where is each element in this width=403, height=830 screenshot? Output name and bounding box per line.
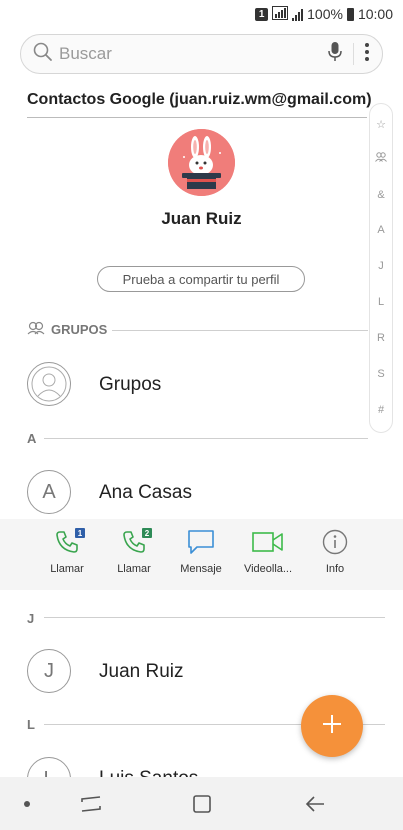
account-divider xyxy=(27,117,367,118)
section-header-l: L xyxy=(27,717,35,732)
message-button[interactable]: Mensaje xyxy=(168,529,234,575)
index-hash[interactable]: # xyxy=(370,404,392,416)
home-icon[interactable] xyxy=(187,791,217,817)
index-favorites[interactable]: ☆ xyxy=(370,118,392,131)
contact-avatar[interactable]: A xyxy=(27,470,71,514)
back-icon[interactable] xyxy=(300,791,330,817)
more-options-icon[interactable] xyxy=(364,42,370,67)
partial-contact-row: L Luis Santos xyxy=(0,755,403,777)
message-icon xyxy=(187,529,215,560)
info-label: Info xyxy=(325,563,345,575)
alphabet-index-scroller[interactable]: ☆ & A J L R S # xyxy=(369,103,393,433)
call-sim2-label: Llamar xyxy=(117,563,151,575)
search-bar[interactable]: Buscar xyxy=(20,34,383,74)
info-icon xyxy=(322,529,348,560)
section-header-j: J xyxy=(27,611,35,626)
battery-icon xyxy=(346,7,354,21)
contact-name[interactable]: Luis Santos xyxy=(99,768,198,777)
add-contact-button[interactable] xyxy=(301,695,363,757)
contact-name[interactable]: Ana Casas xyxy=(99,482,192,504)
contact-action-bar: 1 Llamar 2 Llamar Mensaje Videolla... In… xyxy=(0,519,403,590)
bunny-hat-icon xyxy=(168,129,235,196)
index-ampersand[interactable]: & xyxy=(370,189,392,201)
index-letter-j[interactable]: J xyxy=(370,260,392,272)
search-divider xyxy=(353,43,354,65)
video-call-label: Videolla... xyxy=(243,563,293,575)
sim1-badge: 1 xyxy=(75,528,85,538)
nav-dot-icon[interactable] xyxy=(12,791,42,817)
video-call-icon xyxy=(252,531,284,558)
account-header: Contactos Google (juan.ruiz.wm@gmail.com… xyxy=(27,91,372,108)
section-divider-j xyxy=(44,617,385,618)
groups-section-divider xyxy=(112,330,368,331)
index-letter-a[interactable]: A xyxy=(370,224,392,236)
groups-item-label[interactable]: Grupos xyxy=(99,374,161,396)
call-sim1-label: Llamar xyxy=(50,563,84,575)
section-header-a: A xyxy=(27,431,37,446)
section-divider-a xyxy=(44,438,368,439)
share-profile-button[interactable]: Prueba a compartir tu perfil xyxy=(97,266,305,292)
lte-signal-icon xyxy=(272,5,289,23)
groups-section-label: GRUPOS xyxy=(51,322,108,337)
battery-percent: 100% xyxy=(307,6,343,22)
index-letter-r[interactable]: R xyxy=(370,332,392,344)
contact-avatar[interactable]: L xyxy=(27,757,71,777)
group-silhouette-icon xyxy=(31,366,67,402)
search-icon xyxy=(33,42,53,67)
plus-icon xyxy=(321,713,343,740)
recent-apps-icon[interactable] xyxy=(76,791,106,817)
search-input[interactable]: Buscar xyxy=(59,44,327,64)
video-call-button[interactable]: Videolla... xyxy=(235,531,301,575)
index-letter-l[interactable]: L xyxy=(370,296,392,308)
groups-section-header: GRUPOS xyxy=(27,321,107,338)
message-label: Mensaje xyxy=(180,563,222,575)
call-sim1-button[interactable]: 1 Llamar xyxy=(34,528,100,575)
profile-avatar[interactable] xyxy=(168,129,235,196)
sim-indicator: 1 xyxy=(255,7,269,21)
status-bar: 1 100% 10:00 xyxy=(0,0,403,28)
info-button[interactable]: Info xyxy=(302,529,368,575)
profile-name[interactable]: Juan Ruiz xyxy=(0,209,403,229)
sim2-badge: 2 xyxy=(142,528,152,538)
call-sim2-button[interactable]: 2 Llamar xyxy=(101,528,167,575)
index-groups-icon[interactable] xyxy=(370,152,392,165)
clock: 10:00 xyxy=(357,6,393,22)
groups-icon xyxy=(27,321,45,338)
contact-name[interactable]: Juan Ruiz xyxy=(99,661,184,683)
index-letter-s[interactable]: S xyxy=(370,368,392,380)
signal-strength-icon xyxy=(292,8,304,21)
microphone-icon[interactable] xyxy=(327,41,343,68)
groups-avatar[interactable] xyxy=(27,362,71,406)
navigation-bar xyxy=(0,777,403,830)
contact-avatar[interactable]: J xyxy=(27,649,71,693)
